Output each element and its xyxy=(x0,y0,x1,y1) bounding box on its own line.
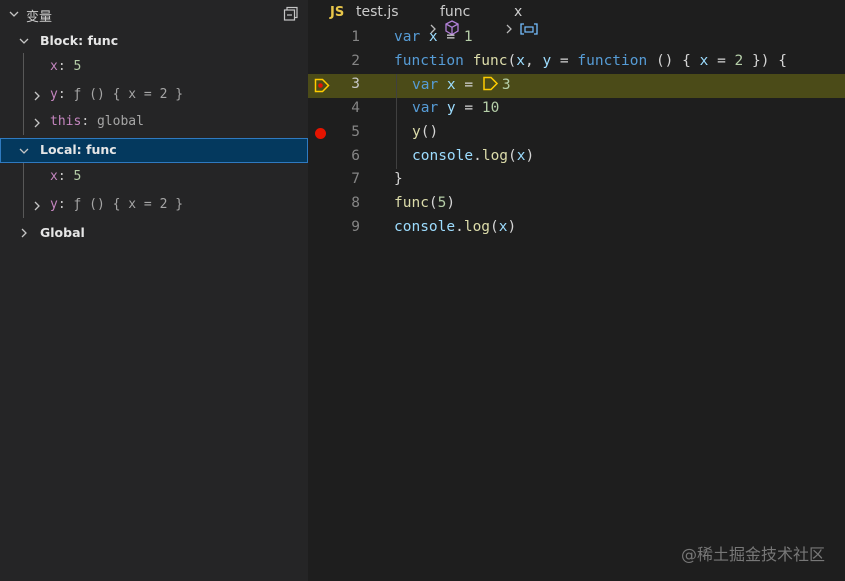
scope-local-func[interactable]: Local: func xyxy=(0,138,308,163)
inline-value: 3 xyxy=(501,77,511,93)
breadcrumb-symbol[interactable]: func xyxy=(440,4,470,20)
line-number: 4 xyxy=(351,100,360,116)
line-number: 9 xyxy=(351,219,360,235)
scope-label: Global xyxy=(40,225,85,240)
variable-name: x xyxy=(50,59,58,74)
code-line[interactable]: 9 console.log(x) xyxy=(308,217,845,241)
code-line[interactable]: 4 var y = 10 xyxy=(308,98,845,122)
variables-title: 变量 xyxy=(26,10,53,25)
variable-value: 5 xyxy=(73,59,82,74)
breadcrumb-variable[interactable]: x xyxy=(514,4,522,20)
code-line[interactable]: 1 var x = 1 xyxy=(308,27,845,51)
indent-guide xyxy=(396,74,397,169)
code-line[interactable]: 6 console.log(x) xyxy=(308,146,845,170)
variable-y[interactable]: y: ƒ () { x = 2 } xyxy=(0,84,308,108)
scope-global[interactable]: Global xyxy=(0,221,308,245)
variable-name: x xyxy=(50,169,58,184)
line-number: 5 xyxy=(351,124,360,140)
line-number: 2 xyxy=(351,53,360,69)
line-number: 3 xyxy=(351,76,360,92)
code-line[interactable]: 8 func(5) xyxy=(308,193,845,217)
variable-name: y xyxy=(50,87,58,102)
js-file-icon: JS xyxy=(330,5,345,20)
scope-label: Local: func xyxy=(40,142,117,157)
line-number: 1 xyxy=(351,29,360,45)
chevron-down-icon[interactable] xyxy=(17,34,31,48)
variable-y[interactable]: y: ƒ () { x = 2 } xyxy=(0,194,308,218)
scope-block-func[interactable]: Block: func xyxy=(0,29,308,53)
variable-value: ƒ () { x = 2 } xyxy=(73,87,184,102)
chevron-down-icon[interactable] xyxy=(7,7,21,21)
chevron-right-icon[interactable] xyxy=(30,116,44,130)
inline-value-arrow-icon xyxy=(482,76,502,91)
chevron-right-icon[interactable] xyxy=(30,199,44,213)
line-number: 7 xyxy=(351,171,360,187)
line-number: 6 xyxy=(351,148,360,164)
code-line-current[interactable]: 3 var x = 3 xyxy=(308,74,845,98)
scope-label: Block: func xyxy=(40,33,119,48)
variable-value: ƒ () { x = 2 } xyxy=(73,197,184,212)
breakpoint-icon[interactable] xyxy=(315,128,326,139)
variable-this[interactable]: this: global xyxy=(0,111,308,135)
breadcrumb: JS test.js func x xyxy=(308,0,845,36)
breadcrumb-file[interactable]: test.js xyxy=(356,4,399,20)
variables-panel: 变量 Block: func x: 5 y: ƒ () { x = 2 } th… xyxy=(0,0,308,581)
code-line[interactable]: 5 y() xyxy=(308,122,845,146)
code-editor[interactable]: JS test.js func x 1 var x = 1 2 function… xyxy=(308,0,845,581)
variable-name: y xyxy=(50,197,58,212)
line-number: 8 xyxy=(351,195,360,211)
variables-header[interactable]: 变量 xyxy=(0,0,308,28)
code-line[interactable]: 7 } xyxy=(308,169,845,193)
variable-value: 5 xyxy=(73,169,82,184)
variable-name: this xyxy=(50,114,82,129)
variable-x[interactable]: x: 5 xyxy=(0,166,308,190)
chevron-down-icon[interactable] xyxy=(17,144,31,158)
watermark: @稀土掘金技术社区 xyxy=(680,545,825,564)
chevron-right-icon[interactable] xyxy=(30,89,44,103)
variable-value: global xyxy=(96,114,144,129)
code-line[interactable]: 2 function func(x, y = function () { x =… xyxy=(308,51,845,75)
collapse-all-icon[interactable] xyxy=(282,5,300,23)
chevron-right-icon[interactable] xyxy=(17,226,31,240)
variable-x[interactable]: x: 5 xyxy=(0,56,308,80)
